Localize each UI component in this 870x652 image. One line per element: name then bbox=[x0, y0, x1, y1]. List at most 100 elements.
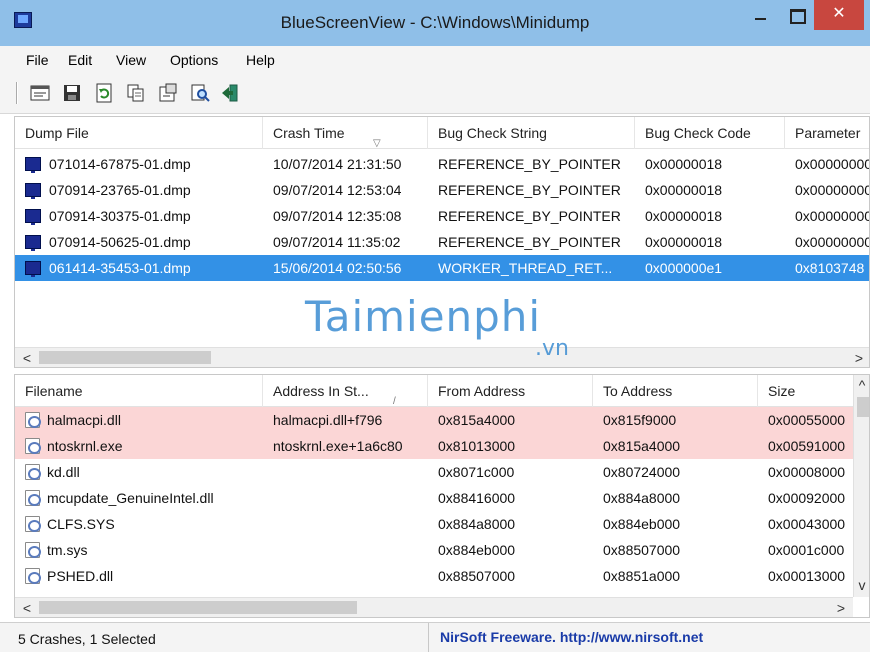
driver-row[interactable]: CLFS.SYS 0x884a8000 0x884eb000 0x00043000 bbox=[15, 511, 853, 537]
driver-cell-from: 0x884eb000 bbox=[438, 542, 516, 558]
driver-cell-to: 0x88507000 bbox=[603, 542, 681, 558]
scroll-up-arrow[interactable]: ^ bbox=[853, 375, 869, 395]
crash-list-hscroll[interactable]: < > bbox=[15, 347, 869, 367]
driver-cell-name: mcupdate_GenuineIntel.dll bbox=[47, 490, 214, 506]
driver-list-hscroll[interactable]: < > bbox=[15, 597, 853, 617]
status-divider bbox=[428, 623, 429, 652]
nirsoft-link[interactable]: NirSoft Freeware. http://www.nirsoft.net bbox=[440, 629, 703, 645]
menu-file[interactable]: File bbox=[26, 52, 49, 68]
advanced-options-icon[interactable] bbox=[158, 83, 178, 103]
menu-view[interactable]: View bbox=[116, 52, 146, 68]
driver-cell-from: 0x88416000 bbox=[438, 490, 516, 506]
find-icon[interactable] bbox=[190, 83, 210, 103]
dump-file-icon bbox=[25, 235, 41, 251]
watermark-domain: .vn bbox=[535, 336, 569, 361]
crash-cell-string: REFERENCE_BY_POINTER bbox=[438, 208, 621, 224]
column-parameter[interactable]: Parameter bbox=[785, 117, 869, 149]
driver-cell-name: CLFS.SYS bbox=[47, 516, 115, 532]
column-bug-check-string[interactable]: Bug Check String bbox=[428, 117, 635, 149]
crash-cell-code: 0x000000e1 bbox=[645, 260, 723, 276]
driver-cell-size: 0x00055000 bbox=[768, 412, 846, 428]
driver-cell-to: 0x80724000 bbox=[603, 464, 681, 480]
crash-cell-file: 070914-30375-01.dmp bbox=[49, 208, 191, 224]
maximize-button[interactable] bbox=[780, 0, 814, 30]
status-bar: 5 Crashes, 1 Selected NirSoft Freeware. … bbox=[0, 622, 870, 652]
column-dump-file[interactable]: Dump File bbox=[15, 117, 263, 149]
driver-cell-from: 0x88507000 bbox=[438, 568, 516, 584]
crash-list-header: Dump File Crash Time ▽ Bug Check String B… bbox=[15, 117, 869, 149]
driver-row[interactable]: kd.dll 0x8071c000 0x80724000 0x00008000 bbox=[15, 459, 853, 485]
window-title: BlueScreenView - C:\Windows\Minidump bbox=[280, 13, 590, 32]
crash-cell-code: 0x00000018 bbox=[645, 234, 723, 250]
menu-edit[interactable]: Edit bbox=[68, 52, 92, 68]
watermark-logo: Taimienphi bbox=[305, 292, 542, 341]
save-icon[interactable] bbox=[62, 83, 82, 103]
status-count: 5 Crashes, 1 Selected bbox=[18, 631, 156, 647]
close-icon: ✕ bbox=[832, 5, 846, 22]
crash-row[interactable]: 061414-35453-01.dmp 15/06/2014 02:50:56 WO… bbox=[15, 255, 869, 281]
driver-cell-size: 0x00008000 bbox=[768, 464, 846, 480]
driver-list[interactable]: Filename Address In St... / From Address … bbox=[14, 374, 870, 618]
column-from-address[interactable]: From Address bbox=[428, 375, 593, 407]
crash-row[interactable]: 071014-67875-01.dmp 10/07/2014 21:31:50 RE… bbox=[15, 151, 870, 177]
driver-list-vscroll[interactable]: ^ v bbox=[853, 375, 869, 597]
menu-help[interactable]: Help bbox=[246, 52, 275, 68]
driver-file-icon bbox=[25, 516, 41, 532]
driver-cell-addr bbox=[273, 563, 428, 589]
scroll-left-arrow[interactable]: < bbox=[17, 348, 37, 367]
driver-row[interactable]: mcupdate_GenuineIntel.dll 0x88416000 0x884… bbox=[15, 485, 853, 511]
driver-cell-name: halmacpi.dll bbox=[47, 412, 121, 428]
driver-row[interactable]: halmacpi.dll halmacpi.dll+f796 0x815a4000 0… bbox=[15, 407, 853, 433]
driver-cell-size: 0x00092000 bbox=[768, 490, 846, 506]
driver-file-icon bbox=[25, 438, 41, 454]
scroll-left-arrow[interactable]: < bbox=[17, 598, 37, 617]
driver-cell-size: 0x00591000 bbox=[768, 438, 846, 454]
column-filename[interactable]: Filename bbox=[15, 375, 263, 407]
driver-cell-addr: halmacpi.dll+f796 bbox=[273, 412, 383, 428]
column-address-in-stack[interactable]: Address In St... / bbox=[263, 375, 428, 407]
scroll-thumb[interactable] bbox=[39, 351, 211, 364]
crash-row[interactable]: 070914-23765-01.dmp 09/07/2014 12:53:04 RE… bbox=[15, 177, 870, 203]
scroll-thumb[interactable] bbox=[39, 601, 357, 614]
crash-cell-code: 0x00000018 bbox=[645, 182, 723, 198]
column-address-label: Address In St... bbox=[273, 383, 369, 399]
dump-file-icon bbox=[25, 157, 41, 173]
scroll-down-arrow[interactable]: v bbox=[853, 575, 869, 595]
column-bug-check-code[interactable]: Bug Check Code bbox=[635, 117, 785, 149]
menu-bar: File Edit View Options Help bbox=[0, 46, 870, 74]
close-button[interactable]: ✕ bbox=[814, 0, 864, 30]
driver-cell-to: 0x815a4000 bbox=[603, 438, 681, 454]
column-crash-time[interactable]: Crash Time ▽ bbox=[263, 117, 428, 149]
crash-cell-param: 0x00000000 bbox=[795, 156, 870, 172]
crash-cell-param: 0x00000000 bbox=[795, 182, 870, 198]
properties-icon[interactable] bbox=[30, 83, 50, 103]
driver-file-icon bbox=[25, 490, 41, 506]
driver-cell-from: 0x884a8000 bbox=[438, 516, 516, 532]
crash-cell-param: 0x00000000 bbox=[795, 208, 870, 224]
crash-row[interactable]: 070914-30375-01.dmp 09/07/2014 12:35:08 RE… bbox=[15, 203, 870, 229]
driver-cell-size: 0x0001c000 bbox=[768, 542, 845, 558]
column-crash-time-label: Crash Time bbox=[273, 125, 345, 141]
driver-file-icon bbox=[25, 412, 41, 428]
crash-cell-param: 0x8103748 bbox=[795, 260, 865, 276]
crash-row[interactable]: 070914-50625-01.dmp 09/07/2014 11:35:02 RE… bbox=[15, 229, 870, 255]
column-to-address[interactable]: To Address bbox=[593, 375, 758, 407]
sort-descending-icon: ▽ bbox=[373, 138, 381, 149]
driver-cell-name: tm.sys bbox=[47, 542, 88, 558]
crash-cell-param: 0x00000000 bbox=[795, 234, 870, 250]
driver-row[interactable]: PSHED.dll 0x88507000 0x8851a000 0x00013000 bbox=[15, 563, 853, 589]
driver-cell-to: 0x815f9000 bbox=[603, 412, 677, 428]
column-size[interactable]: Size bbox=[758, 375, 853, 407]
driver-row[interactable]: ntoskrnl.exe ntoskrnl.exe+1a6c80 0x8101300… bbox=[15, 433, 853, 459]
crash-cell-code: 0x00000018 bbox=[645, 156, 723, 172]
crash-cell-time: 15/06/2014 02:50:56 bbox=[273, 260, 402, 276]
menu-options[interactable]: Options bbox=[170, 52, 218, 68]
refresh-icon[interactable] bbox=[94, 83, 114, 103]
scroll-right-arrow[interactable]: > bbox=[831, 598, 851, 617]
copy-icon[interactable] bbox=[126, 83, 146, 103]
vscroll-thumb[interactable] bbox=[857, 397, 869, 417]
minimize-button[interactable] bbox=[744, 0, 778, 30]
driver-row[interactable]: tm.sys 0x884eb000 0x88507000 0x0001c000 bbox=[15, 537, 853, 563]
exit-icon[interactable] bbox=[220, 83, 240, 103]
scroll-right-arrow[interactable]: > bbox=[849, 348, 869, 367]
